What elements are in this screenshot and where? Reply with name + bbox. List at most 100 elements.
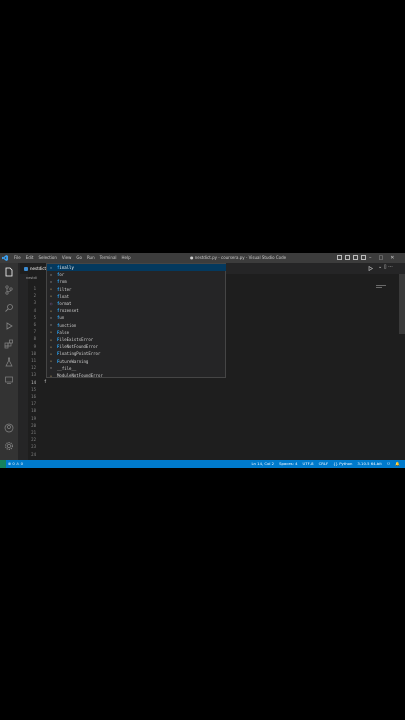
line-number: 20: [31, 422, 36, 428]
suggestion-label: finally: [57, 264, 74, 271]
suggestion-rest: rom: [59, 279, 67, 285]
window-title: ● nestdict.py - coursera.py - Visual Stu…: [190, 255, 287, 260]
line-number: 7: [33, 329, 36, 335]
line-number: 13: [31, 372, 36, 378]
line-number: 21: [31, 430, 36, 435]
title-bar: File Edit Selection View Go Run Terminal…: [0, 253, 405, 263]
suggestion-item[interactable]: ◇ False: [47, 329, 226, 336]
suggestion-label: FileExistsError: [57, 336, 93, 343]
line-number: 11: [31, 358, 36, 363]
suggestion-label: FloatingPointError: [57, 350, 100, 357]
menu-go[interactable]: Go: [76, 253, 82, 263]
toggle-sidebar-icon[interactable]: [337, 255, 342, 260]
menu-help[interactable]: Help: [122, 253, 131, 263]
line-number: 19: [31, 415, 36, 421]
suggestion-item[interactable]: ▭ from: [47, 278, 226, 285]
activity-bar: [0, 263, 18, 460]
suggestion-item[interactable]: ◇ ModuleNotFoundError: [47, 372, 226, 379]
suggestion-item[interactable]: ◇ filter: [47, 286, 226, 293]
class-kind-icon: ◇: [50, 294, 52, 299]
suggestion-item[interactable]: ◇ FileExistsError: [47, 336, 226, 343]
close-icon[interactable]: ✕: [390, 253, 394, 263]
menu-file[interactable]: File: [14, 253, 21, 263]
suggestion-label: False: [57, 329, 69, 336]
suggestion-item[interactable]: ▭ __file__: [47, 365, 226, 372]
customize-layout-icon[interactable]: [361, 255, 366, 260]
problems-indicator[interactable]: ⊗ 0 ⚠ 0: [8, 460, 23, 468]
suggestion-item[interactable]: ◇ frozenset: [47, 307, 226, 314]
language-mode[interactable]: {} Python: [333, 460, 352, 468]
layout-controls: [337, 255, 366, 260]
accounts-icon[interactable]: [4, 423, 14, 433]
vscode-logo-icon: [2, 255, 8, 261]
end-of-line[interactable]: CRLF: [319, 460, 329, 468]
toggle-secondary-sidebar-icon[interactable]: [353, 255, 358, 260]
cursor-position[interactable]: Ln 14, Col 2: [251, 460, 274, 468]
line-number: 10: [31, 350, 36, 356]
suggestion-item[interactable]: ▭ function: [47, 322, 226, 329]
class-kind-icon: ◇: [50, 287, 52, 292]
explorer-icon[interactable]: [4, 267, 14, 277]
python-file-icon: [24, 267, 28, 271]
indentation[interactable]: Spaces: 4: [279, 460, 297, 468]
search-icon[interactable]: [4, 303, 14, 313]
class-kind-icon: ◇: [50, 330, 52, 335]
suggestion-label: for: [57, 271, 64, 278]
suggestion-item[interactable]: ▭ finally: [47, 264, 226, 272]
suggestion-rest: rozenset: [59, 308, 79, 314]
run-python-file-icon[interactable]: [368, 266, 373, 271]
source-control-icon[interactable]: [4, 285, 14, 295]
suggestion-label: ModuleNotFoundError: [57, 372, 103, 379]
suggestion-item[interactable]: ◇ FloatingPointError: [47, 350, 226, 357]
suggestion-rest: utureWarning: [59, 358, 89, 364]
extensions-icon[interactable]: [4, 339, 14, 349]
current-line-text[interactable]: f: [44, 379, 46, 384]
line-number: 22: [31, 437, 36, 443]
run-debug-icon[interactable]: [4, 321, 14, 331]
keyword-kind-icon: ▭: [50, 323, 52, 328]
suggestion-item[interactable]: ◇ FileNotFoundError: [47, 343, 226, 350]
menu-edit[interactable]: Edit: [26, 253, 34, 263]
vertical-scrollbar[interactable]: [399, 274, 405, 334]
suggestion-item[interactable]: ⬡ format: [47, 300, 226, 307]
maximize-icon[interactable]: □: [379, 253, 384, 263]
menu-selection[interactable]: Selection: [38, 253, 56, 263]
menu-view[interactable]: View: [62, 253, 72, 263]
remote-indicator-icon[interactable]: [0, 460, 6, 468]
keyword-kind-icon: ▭: [50, 279, 52, 284]
suggestion-item[interactable]: ◇ FutureWarning: [47, 358, 226, 365]
class-kind-icon: ◇: [50, 359, 52, 364]
minimize-icon[interactable]: –: [369, 253, 372, 263]
toggle-panel-icon[interactable]: [345, 255, 350, 260]
suggestion-label: function: [57, 322, 76, 329]
menu-run[interactable]: Run: [87, 253, 95, 263]
suggestion-rest: loat: [59, 293, 70, 299]
line-number: 2: [33, 293, 36, 299]
class-kind-icon: ◇: [50, 337, 52, 342]
remote-explorer-icon[interactable]: [4, 375, 14, 385]
suggestion-label: __file__: [57, 365, 76, 372]
testing-icon[interactable]: [4, 357, 14, 367]
window-controls: – □ ✕: [369, 253, 394, 263]
feedback-icon[interactable]: ⚇: [387, 460, 390, 468]
breadcrumb[interactable]: nestdi: [26, 276, 37, 280]
file-encoding[interactable]: UTF-8: [303, 460, 314, 468]
minimap[interactable]: [376, 285, 396, 289]
python-interpreter[interactable]: 3.10.5 64-bit: [357, 460, 381, 468]
keyword-kind-icon: ▭: [50, 315, 52, 320]
menu-terminal[interactable]: Terminal: [100, 253, 117, 263]
settings-gear-icon[interactable]: [4, 441, 14, 451]
editor-actions[interactable]: ⌄ ▯ ···: [378, 264, 393, 270]
suggestion-item[interactable]: ▭ fun: [47, 314, 226, 321]
suggestion-rest: inally: [59, 265, 74, 270]
notifications-bell-icon[interactable]: 🔔: [395, 460, 400, 468]
suggestion-item[interactable]: ▭ for: [47, 271, 226, 278]
class-kind-icon: ◇: [50, 373, 52, 378]
status-bar: ⊗ 0 ⚠ 0 Ln 14, Col 2 Spaces: 4 UTF-8 CRL…: [0, 460, 405, 468]
class-kind-icon: ◇: [50, 351, 52, 356]
suggestion-item[interactable]: ◇ float: [47, 293, 226, 300]
line-number: 4: [33, 307, 36, 313]
suggestion-label: fun: [57, 314, 64, 321]
line-number: 5: [33, 314, 36, 320]
suggestion-rest: ModuleNotFoundError: [57, 373, 103, 378]
